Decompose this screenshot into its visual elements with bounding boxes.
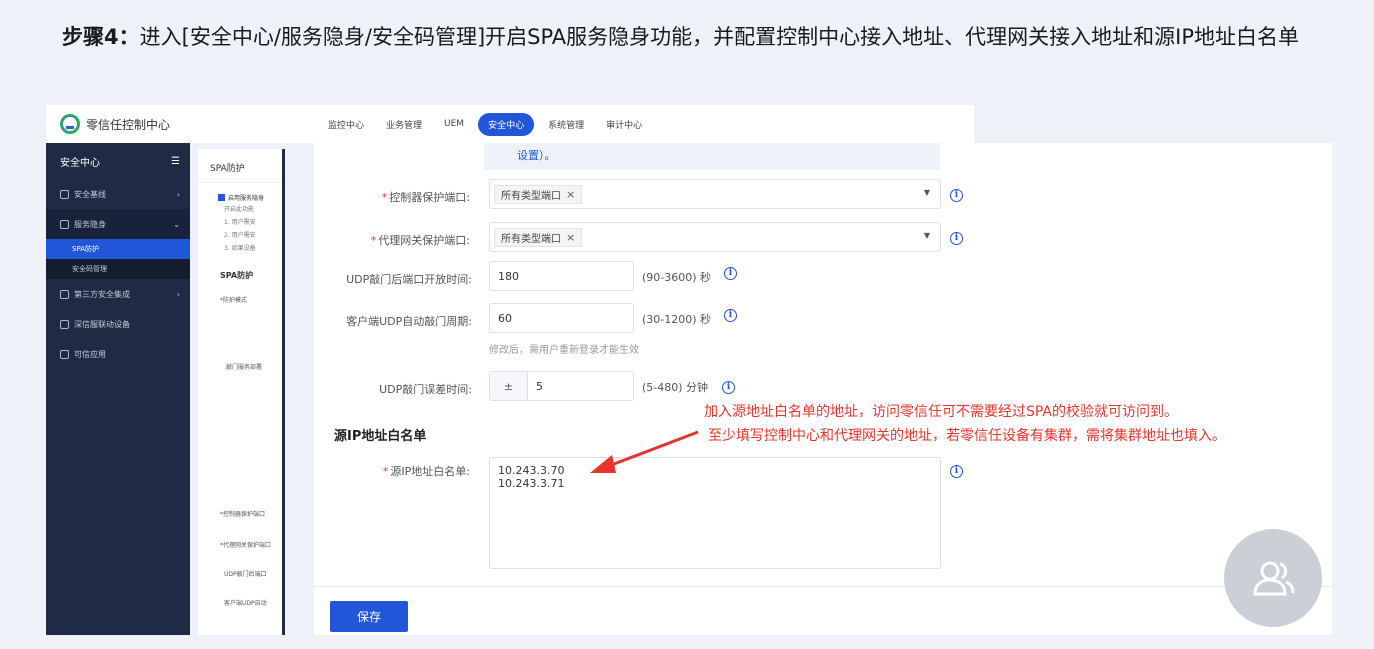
- users-icon: [1253, 561, 1295, 596]
- annotation-arrow: [590, 430, 699, 473]
- step-text: 进入[安全中心/服务隐身/安全码管理]开启SPA服务隐身功能，并配置控制中心接入…: [139, 25, 1300, 49]
- screenshot: 零信任控制中心 监控中心 业务管理 UEM 安全中心 系统管理 审计中心 安全中…: [46, 105, 1332, 635]
- step-instruction: 步骤4：进入[安全中心/服务隐身/安全码管理]开启SPA服务隐身功能，并配置控制…: [62, 20, 1332, 54]
- chat-bubble[interactable]: [1224, 529, 1322, 627]
- step-prefix: 步骤4：: [62, 25, 140, 49]
